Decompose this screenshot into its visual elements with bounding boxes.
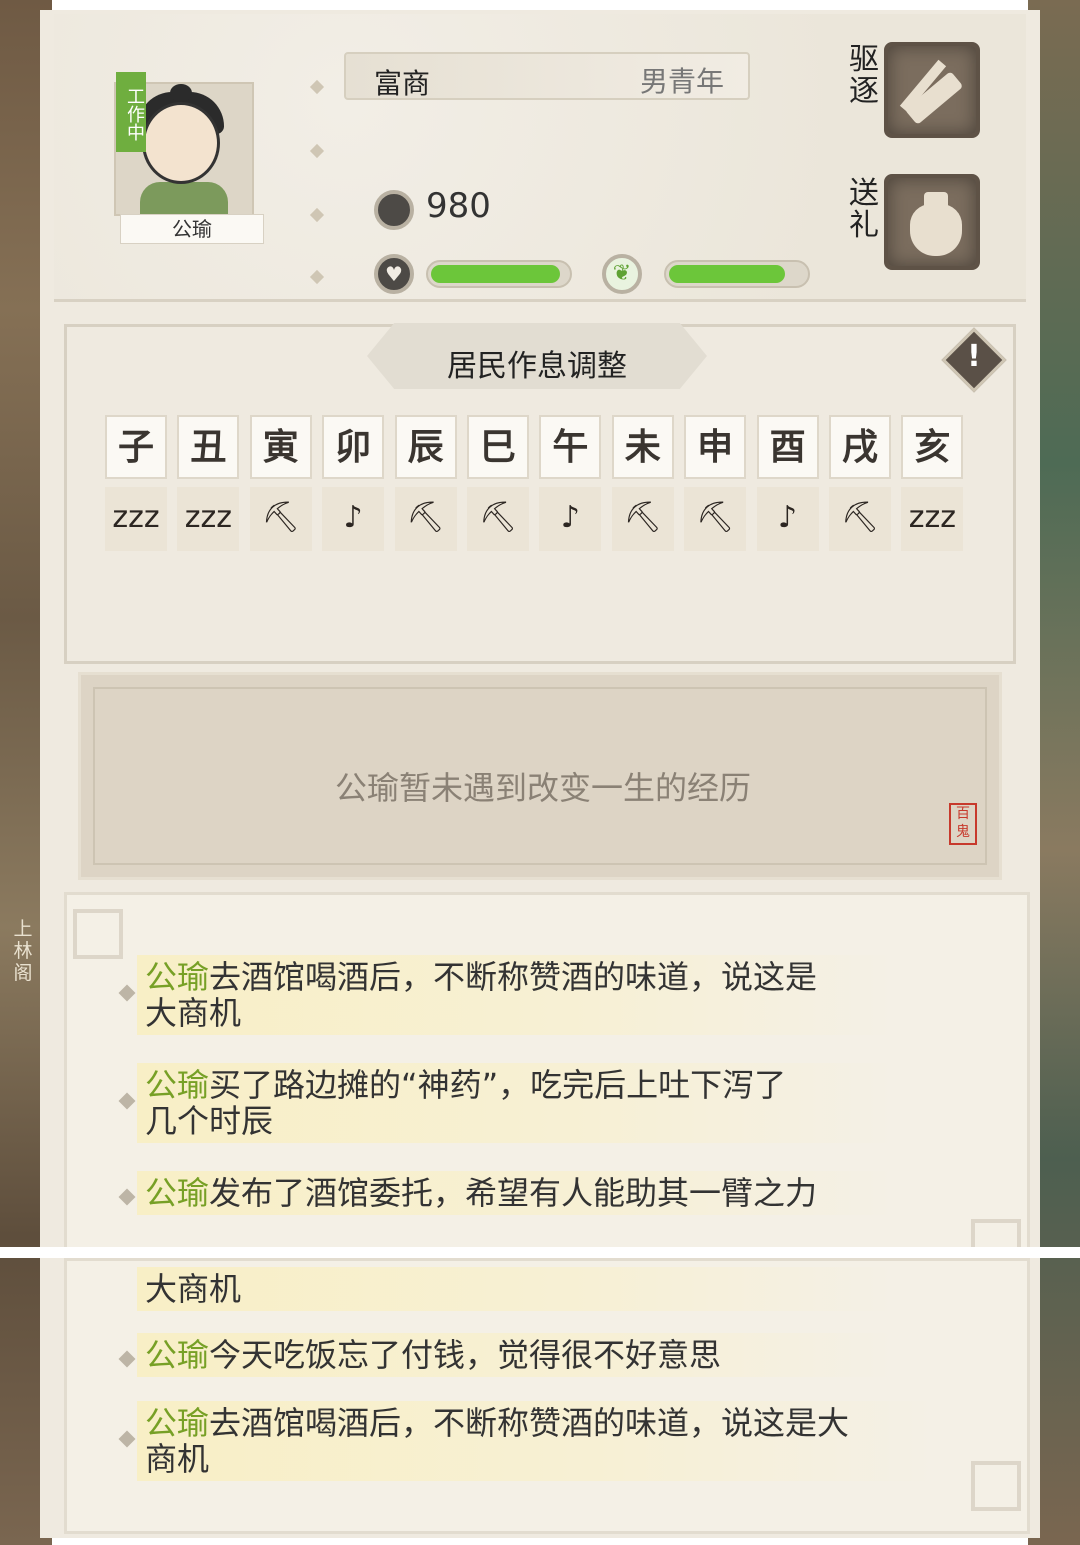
bullet-icon (309, 269, 325, 285)
avatar (142, 102, 220, 184)
seal-stamp: 百鬼 (949, 803, 977, 845)
log-entry: 公瑜去酒馆喝酒后，不断称赞酒的味道，说这是大 商机 (137, 1401, 937, 1481)
schedule-panel: 居民作息调整 ! 子丑寅卯辰巳午未申酉戌亥 zzz zzz ⛏ ♪ ⛏ ⛏ ♪ ⛏ ⛏ ♪ ⛏ zzz (64, 323, 1016, 664)
leisure-icon[interactable]: ♪ (322, 487, 385, 551)
occupation-title: 富商 (374, 67, 431, 100)
hour-cell[interactable]: 辰 (394, 415, 457, 479)
life-experience-panel: 公瑜暂未遇到改变一生的经历 百鬼 (78, 672, 1002, 880)
hour-cell[interactable]: 戌 (829, 415, 891, 479)
gift-bag-icon (910, 204, 962, 256)
bullet-icon (309, 143, 325, 159)
hour-cell[interactable]: 卯 (322, 415, 385, 479)
sleep-icon[interactable]: zzz (105, 487, 167, 551)
hour-cell[interactable]: 未 (611, 415, 674, 479)
log-entry: 公瑜买了路边摊的“神药”，吃完后上吐下泻了 几个时辰 (137, 1063, 897, 1143)
expel-button[interactable] (884, 42, 980, 138)
work-pickaxe-icon[interactable]: ⛏ (249, 487, 312, 551)
resident-name: 公瑜 (120, 214, 264, 244)
sleep-icon[interactable]: zzz (177, 487, 240, 551)
log-entry: 公瑜发布了酒馆委托，希望有人能助其一臂之力 (137, 1171, 897, 1215)
occupation-bar: 富商 男青年 (344, 52, 750, 100)
corner-ornament (73, 909, 123, 959)
hour-cell[interactable]: 酉 (756, 415, 819, 479)
location-tag: 上林阁 (13, 918, 33, 984)
hour-cell[interactable]: 丑 (177, 415, 240, 479)
experience-text: 公瑜暂未遇到改变一生的经历 (334, 769, 751, 807)
hour-cell[interactable]: 巳 (467, 415, 529, 479)
log-entry: 大商机 (137, 1267, 897, 1311)
work-pickaxe-icon[interactable]: ⛏ (394, 487, 457, 551)
event-log[interactable]: 公瑜去酒馆喝酒后，不断称赞酒的味道，说这是 大商机 公瑜买了路边摊的“神药”，吃… (64, 892, 1030, 1272)
schedule-title: 居民作息调整 (447, 349, 627, 384)
work-pickaxe-icon[interactable]: ⛏ (829, 487, 891, 551)
resident-header: 工作中 公瑜 富商 男青年 980 ♥ ❦ 驱逐 送礼 (54, 14, 1026, 302)
bullet-icon (309, 79, 325, 95)
event-log-scrolled[interactable]: 大商机 公瑜今天吃饭忘了付钱，觉得很不好意思 公瑜去酒馆喝酒后，不断称赞酒的味道… (40, 1258, 1040, 1538)
resident-panel: 工作中 公瑜 富商 男青年 980 ♥ ❦ 驱逐 送礼 居民作息调整 ! 子 丑… (40, 10, 1040, 1272)
health-bar-fill (431, 265, 561, 283)
hour-cell[interactable]: 寅 (249, 415, 312, 479)
mood-bar-fill (669, 265, 785, 283)
heart-icon: ♥ (374, 254, 414, 294)
expel-label: 驱逐 (849, 42, 879, 109)
corner-ornament (971, 1461, 1021, 1511)
mood-bar (664, 260, 810, 288)
age-gender: 男青年 (639, 65, 724, 98)
working-status-tag: 工作中 (116, 72, 146, 152)
sleep-icon[interactable]: zzz (901, 487, 964, 551)
gift-button[interactable] (884, 174, 980, 270)
leaf-icon: ❦ (602, 254, 642, 294)
hour-cell[interactable]: 申 (684, 415, 747, 479)
hour-cell[interactable]: 子 (105, 415, 167, 479)
work-pickaxe-icon[interactable]: ⛏ (684, 487, 747, 551)
leisure-icon[interactable]: ♪ (756, 487, 819, 551)
wealth-value: 980 (426, 186, 491, 226)
gift-label: 送礼 (849, 176, 879, 243)
health-bar (426, 260, 572, 288)
leisure-icon[interactable]: ♪ (539, 487, 602, 551)
work-pickaxe-icon[interactable]: ⛏ (611, 487, 674, 551)
hour-cell[interactable]: 午 (539, 415, 602, 479)
log-entry: 公瑜今天吃饭忘了付钱，觉得很不好意思 (137, 1333, 897, 1377)
wealth-icon (374, 190, 414, 230)
bullet-icon (309, 207, 325, 223)
log-entry: 公瑜去酒馆喝酒后，不断称赞酒的味道，说这是 大商机 (137, 955, 897, 1035)
hour-cell[interactable]: 亥 (901, 415, 964, 479)
work-pickaxe-icon[interactable]: ⛏ (467, 487, 529, 551)
event-log-continued[interactable]: 大商机 公瑜今天吃饭忘了付钱，觉得很不好意思 公瑜去酒馆喝酒后，不断称赞酒的味道… (64, 1258, 1030, 1534)
